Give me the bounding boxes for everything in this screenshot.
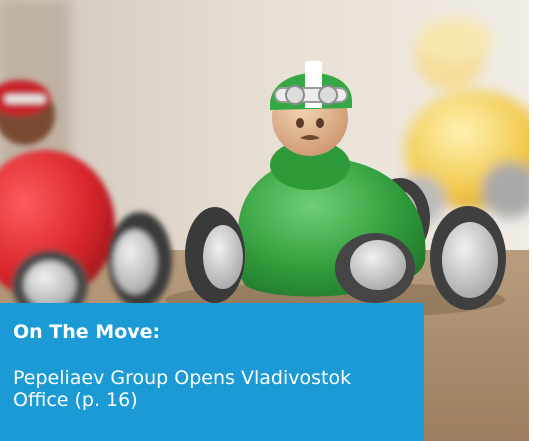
caption-title: On The Move:: [13, 321, 161, 343]
news-card[interactable]: On The Move: Pepeliaev Group Opens Vladi…: [0, 0, 533, 441]
caption-headline[interactable]: Pepeliaev Group Opens Vladivostok Office…: [13, 367, 410, 411]
headline-caption[interactable]: On The Move: Pepeliaev Group Opens Vladi…: [0, 303, 424, 441]
